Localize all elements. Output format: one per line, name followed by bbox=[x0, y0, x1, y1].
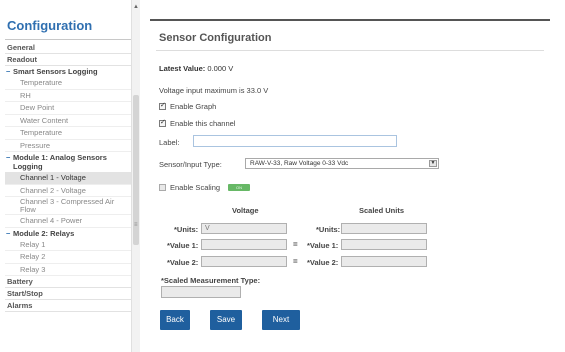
sidebar-item-label: Relay 2 bbox=[20, 252, 46, 261]
sidebar-item-relay-1[interactable]: Relay 1 bbox=[5, 239, 131, 251]
sidebar-item-channel-1-voltage[interactable]: Channel 1 - Voltage bbox=[5, 172, 131, 185]
sidebar-group-module-2-relays[interactable]: − Module 2: Relays bbox=[5, 228, 131, 239]
sidebar-item-label: Start/Stop bbox=[7, 289, 43, 298]
enable-scaling-label: Enable Scaling bbox=[170, 183, 221, 192]
sidebar-item-temperature[interactable]: Temperature bbox=[5, 77, 131, 90]
latest-value-reading: 0.000 V bbox=[207, 64, 234, 73]
scaling-toggle[interactable]: ON bbox=[228, 184, 251, 191]
save-button[interactable]: Save bbox=[210, 310, 242, 330]
scaled-measurement-type-input[interactable] bbox=[161, 286, 241, 298]
voltage-heading: Voltage bbox=[232, 206, 259, 215]
sidebar-item-relay-3[interactable]: Relay 3 bbox=[5, 264, 131, 276]
page-title: Sensor Configuration bbox=[159, 32, 272, 44]
sidebar-item-battery[interactable]: Battery bbox=[5, 276, 131, 288]
sidebar-item-label: General bbox=[7, 43, 35, 52]
sidebar-item-label: RH bbox=[20, 90, 31, 100]
sidebar-item-pressure[interactable]: Pressure bbox=[5, 140, 131, 152]
sidebar-group-module-1-analog-sensors-logging[interactable]: − Module 1: Analog Sensors Logging bbox=[5, 152, 131, 172]
sidebar-item-label: Channel 1 - Voltage bbox=[20, 173, 86, 182]
sidebar-item-temperature[interactable]: Temperature bbox=[5, 127, 131, 140]
sidebar-item-dew-point[interactable]: Dew Point bbox=[5, 102, 131, 115]
sidebar-item-water-content[interactable]: Water Content bbox=[5, 115, 131, 127]
sensor-type-value: RAW-V-33, Raw Voltage 0-33 Vdc bbox=[250, 160, 349, 167]
sidebar-item-label: Channel 3 - Compressed Air Flow bbox=[20, 197, 115, 214]
enable-graph-row[interactable]: Enable Graph bbox=[159, 101, 217, 111]
sidebar-title: Configuration bbox=[7, 18, 93, 33]
latest-value: Latest Value: 0.000 V bbox=[159, 64, 233, 73]
sidebar-item-label: Pressure bbox=[20, 140, 51, 150]
sidebar-item-label: Module 2: Relays bbox=[13, 228, 75, 238]
scaled-measurement-type-label: *Scaled Measurement Type: bbox=[161, 276, 261, 285]
latest-value-label: Latest Value: bbox=[159, 64, 206, 73]
units-label: *Units: bbox=[174, 225, 199, 234]
sensor-type-select[interactable]: RAW-V-33, Raw Voltage 0-33 Vdc ▼ bbox=[245, 158, 439, 169]
scroll-up-icon[interactable]: ▲ bbox=[133, 4, 139, 10]
sidebar-item-channel-4-power[interactable]: Channel 4 - Power bbox=[5, 215, 131, 228]
value2-input[interactable] bbox=[201, 256, 287, 267]
scaled-value1-label: *Value 1: bbox=[307, 241, 339, 250]
enable-channel-row[interactable]: Enable this channel bbox=[159, 118, 236, 128]
value1-label: *Value 1: bbox=[167, 241, 199, 250]
sidebar-item-label: Water Content bbox=[20, 115, 69, 125]
scaled-value2-label: *Value 2: bbox=[307, 258, 339, 267]
value2-label: *Value 2: bbox=[167, 258, 199, 267]
sidebar-item-label: Smart Sensors Logging bbox=[13, 67, 98, 76]
enable-channel-checkbox[interactable] bbox=[159, 118, 166, 127]
scaled-value2-input[interactable] bbox=[341, 256, 427, 267]
sidebar-item-label: Dew Point bbox=[20, 103, 55, 112]
sidebar-item-label: Relay 1 bbox=[20, 239, 46, 249]
enable-graph-label: Enable Graph bbox=[170, 102, 217, 111]
sidebar-item-label: Temperature bbox=[20, 128, 63, 137]
collapse-icon[interactable]: − bbox=[6, 67, 10, 76]
label-input[interactable] bbox=[193, 135, 397, 147]
sidebar-item-readout[interactable]: Readout bbox=[5, 54, 131, 66]
sidebar-item-general[interactable]: General bbox=[5, 42, 131, 54]
next-button[interactable]: Next bbox=[262, 310, 300, 330]
value1-input[interactable] bbox=[201, 239, 287, 250]
units-input[interactable]: V bbox=[201, 223, 287, 234]
scaled-units-heading: Scaled Units bbox=[359, 206, 405, 215]
label-field-label: Label: bbox=[159, 138, 180, 147]
enable-scaling-checkbox[interactable] bbox=[159, 184, 166, 191]
sensor-type-label: Sensor/Input Type: bbox=[159, 160, 222, 169]
sidebar-item-label: Relay 3 bbox=[20, 264, 46, 274]
enable-channel-label: Enable this channel bbox=[170, 119, 236, 128]
sidebar-item-relay-2[interactable]: Relay 2 bbox=[5, 251, 131, 264]
sidebar-item-label: Temperature bbox=[20, 78, 63, 87]
sidebar-item-label: Channel 2 - Voltage bbox=[20, 185, 86, 195]
scroll-grip-icon: ≡ bbox=[134, 222, 138, 228]
sidebar-menu: General Readout − Smart Sensors Logging Temp… bbox=[5, 42, 131, 312]
sidebar-item-label: Readout bbox=[7, 55, 37, 64]
sidebar-scrollbar[interactable]: ▲ ≡ bbox=[131, 0, 140, 352]
back-button[interactable]: Back bbox=[160, 310, 190, 330]
divider bbox=[5, 39, 134, 40]
sidebar: Configuration General Readout − Smart Senso… bbox=[0, 0, 140, 352]
voltage-max-note: Voltage input maximum is 33.0 V bbox=[159, 86, 269, 95]
equals-sign: = bbox=[293, 240, 298, 249]
sidebar-item-channel-2-voltage[interactable]: Channel 2 - Voltage bbox=[5, 185, 131, 197]
enable-scaling-row[interactable]: Enable Scaling ON bbox=[159, 183, 251, 192]
collapse-icon[interactable]: − bbox=[6, 229, 10, 238]
divider bbox=[156, 50, 544, 51]
scaled-value1-input[interactable] bbox=[341, 239, 427, 250]
sensor-configuration-panel: Sensor Configuration Latest Value: 0.000… bbox=[150, 19, 550, 339]
enable-graph-checkbox[interactable] bbox=[159, 101, 166, 110]
collapse-icon[interactable]: − bbox=[6, 153, 10, 162]
scaled-units-input[interactable] bbox=[341, 223, 427, 234]
scaled-units-label: *Units: bbox=[316, 225, 341, 234]
chevron-down-icon[interactable]: ▼ bbox=[429, 160, 437, 167]
sidebar-item-start-stop[interactable]: Start/Stop bbox=[5, 288, 131, 300]
sidebar-item-label: Channel 4 - Power bbox=[20, 216, 83, 225]
equals-sign: = bbox=[293, 257, 298, 266]
sidebar-item-label: Battery bbox=[7, 277, 33, 286]
sidebar-item-alarms[interactable]: Alarms bbox=[5, 300, 131, 312]
sidebar-item-label: Module 1: Analog Sensors Logging bbox=[13, 153, 107, 171]
sidebar-item-rh[interactable]: RH bbox=[5, 90, 131, 102]
sidebar-item-label: Alarms bbox=[7, 301, 33, 310]
sidebar-group-smart-sensors-logging[interactable]: − Smart Sensors Logging bbox=[5, 66, 131, 77]
sidebar-item-channel-3-compressed-air-flow[interactable]: Channel 3 - Compressed Air Flow bbox=[5, 197, 131, 215]
